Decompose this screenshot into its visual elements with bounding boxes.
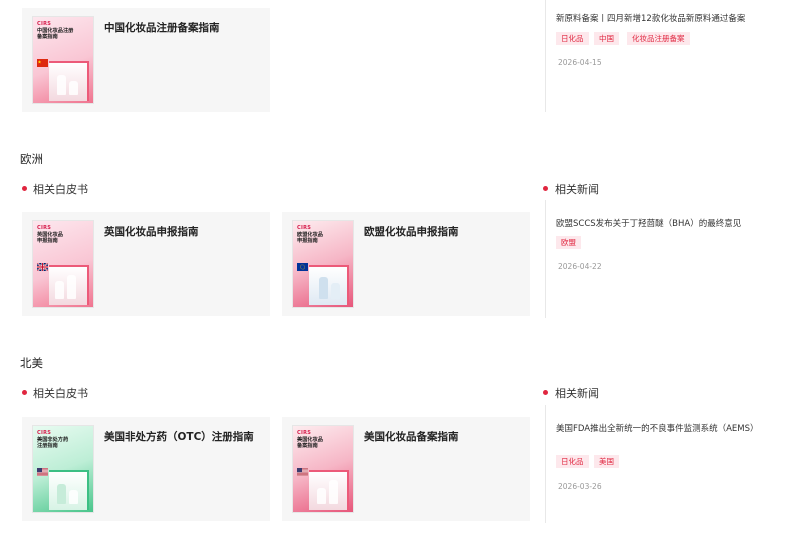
whitepaper-card-us-cosmetics[interactable]: CIRS 美国化妆品 备案指南 美国化妆品备案指南 [282,417,530,521]
cover-title: 中国化妆品注册 备案指南 [37,28,74,41]
cover-image [49,61,89,101]
news-tag[interactable]: 日化品 [556,32,589,45]
whitepaper-cover[interactable]: CIRS 美国非处方药 注册指南 [32,425,94,513]
news-tag[interactable]: 美国 [594,455,619,468]
brand-logo: CIRS [297,430,312,436]
bullet-dot [543,390,548,395]
whitepaper-title[interactable]: 美国化妆品备案指南 [364,429,524,444]
bullet-dot [543,186,548,191]
whitepaper-card-china[interactable]: CIRS 中国化妆品注册 备案指南 中国化妆品注册备案指南 [22,8,270,112]
cover-image [49,265,89,305]
news-tag[interactable]: 中国 [594,32,619,45]
column-divider [545,405,546,523]
whitepaper-cover[interactable]: CIRS 英国化妆品 申报指南 [32,220,94,308]
brand-logo: CIRS [37,430,52,436]
whitepaper-cover[interactable]: CIRS 中国化妆品注册 备案指南 [32,16,94,104]
news-date: 2026-04-15 [558,58,602,67]
news-tag[interactable]: 欧盟 [556,236,581,249]
eu-flag-icon [297,263,308,271]
brand-logo: CIRS [37,21,52,27]
cover-title: 英国化妆品 申报指南 [37,232,63,245]
cover-image [309,265,349,305]
column-divider [545,0,546,112]
region-heading-europe: 欧洲 [20,152,43,166]
bullet-dot [22,390,27,395]
news-title[interactable]: 新原料备案丨四月新增12款化妆品新原料通过备案 [556,13,756,26]
news-title[interactable]: 美国FDA推出全新统一的不良事件监测系统（AEMS） [556,423,759,436]
column-divider [545,200,546,318]
uk-flag-icon [37,263,48,271]
whitepaper-title[interactable]: 中国化妆品注册备案指南 [104,20,264,35]
us-flag-icon [297,468,308,476]
whitepaper-cover[interactable]: CIRS 美国化妆品 备案指南 [292,425,354,513]
whitepaper-card-uk[interactable]: CIRS 英国化妆品 申报指南 英国化妆品申报指南 [22,212,270,316]
region-heading-north-america: 北美 [20,356,43,370]
news-title[interactable]: 欧盟SCCS发布关于丁羟茴醚（BHA）的最终意见 [556,218,756,231]
us-flag-icon [37,468,48,476]
whitepaper-title[interactable]: 英国化妆品申报指南 [104,224,264,239]
section-label-whitepapers: 相关白皮书 [33,183,88,196]
whitepaper-title[interactable]: 欧盟化妆品申报指南 [364,224,524,239]
china-flag-icon [37,59,48,67]
section-label-news: 相关新闻 [555,183,599,196]
cover-title: 美国非处方药 注册指南 [37,437,69,450]
brand-logo: CIRS [37,225,52,231]
cover-image [49,470,89,510]
whitepaper-card-us-otc[interactable]: CIRS 美国非处方药 注册指南 美国非处方药（OTC）注册指南 [22,417,270,521]
section-label-whitepapers: 相关白皮书 [33,387,88,400]
whitepaper-card-eu[interactable]: CIRS 欧盟化妆品 申报指南 欧盟化妆品申报指南 [282,212,530,316]
cover-title: 美国化妆品 备案指南 [297,437,323,450]
news-date: 2026-03-26 [558,482,602,491]
bullet-dot [22,186,27,191]
section-label-news: 相关新闻 [555,387,599,400]
brand-logo: CIRS [297,225,312,231]
whitepaper-title[interactable]: 美国非处方药（OTC）注册指南 [104,429,264,444]
news-tag[interactable]: 日化品 [556,455,589,468]
cover-title: 欧盟化妆品 申报指南 [297,232,323,245]
news-date: 2026-04-22 [558,262,602,271]
cover-image [309,470,349,510]
whitepaper-cover[interactable]: CIRS 欧盟化妆品 申报指南 [292,220,354,308]
news-tag[interactable]: 化妆品注册备案 [627,32,690,45]
